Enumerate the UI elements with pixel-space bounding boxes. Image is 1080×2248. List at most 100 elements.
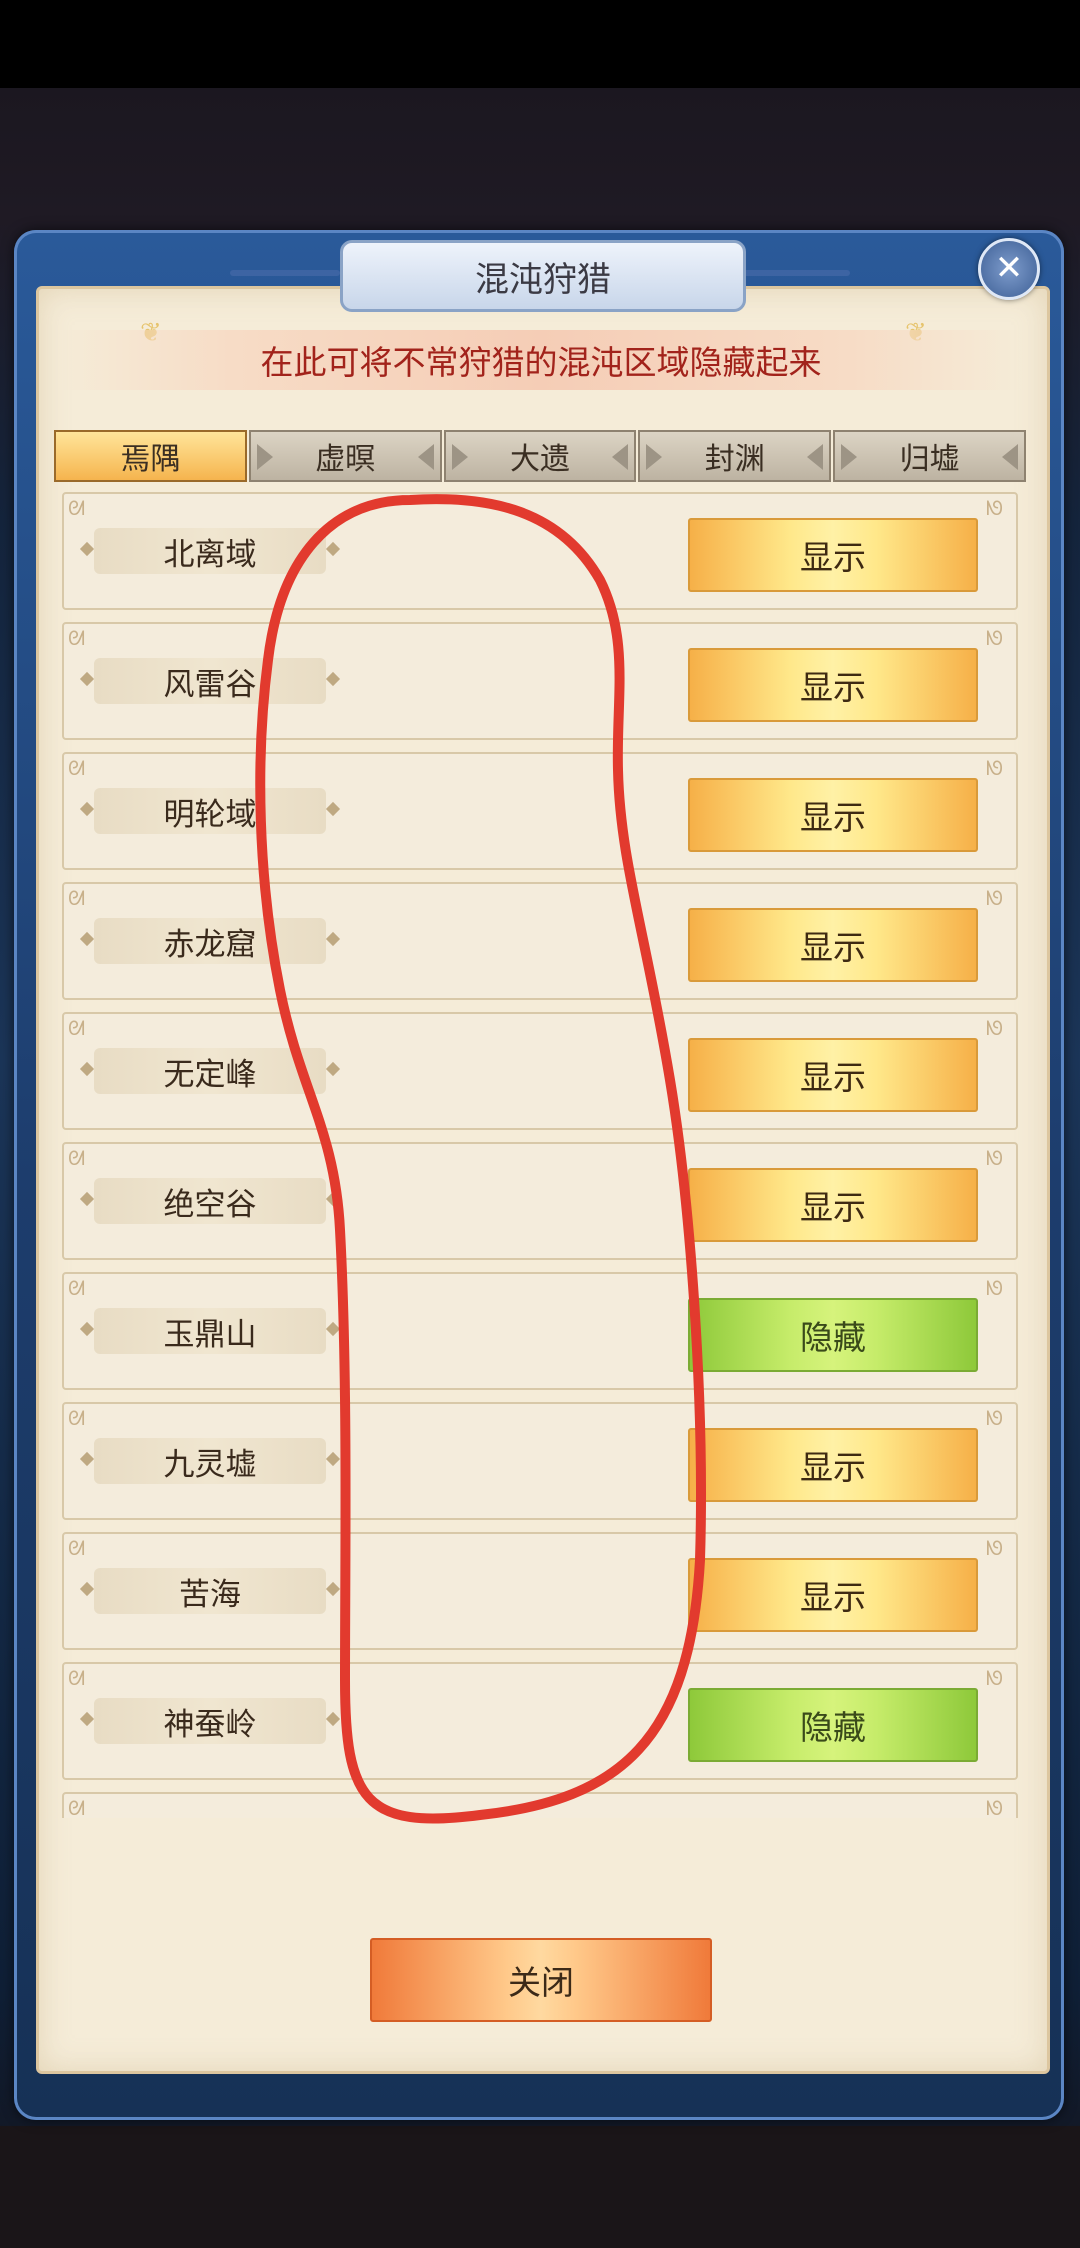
list-item: ᘛ ᘚ 绝空谷 显示 <box>62 1142 1018 1260</box>
diamond-icon <box>79 1321 95 1337</box>
corner-ornament-icon: ᘛ <box>68 496 86 520</box>
diamond-icon <box>79 1581 95 1597</box>
diamond-icon <box>79 1451 95 1467</box>
arrow-icon <box>646 444 663 470</box>
region-name: 无定峰 <box>79 1048 341 1094</box>
diamond-icon <box>79 1061 95 1077</box>
corner-ornament-icon: ᘛ <box>68 626 86 650</box>
corner-ornament-icon: ᘚ <box>986 1276 1004 1300</box>
corner-ornament-icon: ᘛ <box>68 1016 86 1040</box>
region-name-text: 北离域 <box>163 536 257 573</box>
corner-ornament-icon: ᘚ <box>986 496 1004 520</box>
arrow-icon <box>451 444 468 470</box>
region-name-text: 神蚕岭 <box>163 1706 257 1743</box>
region-name-text: 明轮域 <box>163 796 257 833</box>
diamond-icon <box>79 931 95 947</box>
toggle-button[interactable]: 显示 <box>688 1428 978 1502</box>
region-name-text: 苦海 <box>179 1576 241 1613</box>
corner-ornament-icon: ᘚ <box>986 1016 1004 1040</box>
corner-ornament-icon: ᘚ <box>986 1146 1004 1170</box>
region-name: 苦海 <box>79 1568 341 1614</box>
list-item: ᘛ ᘚ 玉鼎山 隐藏 <box>62 1272 1018 1390</box>
close-button[interactable]: 关闭 <box>370 1938 712 2022</box>
list-item: ᘛ ᘚ <box>62 1792 1018 1818</box>
region-name: 风雷谷 <box>79 658 341 704</box>
region-name-text: 无定峰 <box>163 1056 257 1093</box>
list-item: ᘛ ᘚ 无定峰 显示 <box>62 1012 1018 1130</box>
diamond-icon <box>79 541 95 557</box>
arrow-icon <box>807 444 824 470</box>
region-name: 神蚕岭 <box>79 1698 341 1744</box>
arrow-icon <box>1001 444 1018 470</box>
diamond-icon <box>325 671 341 687</box>
toggle-button[interactable]: 显示 <box>688 778 978 852</box>
corner-ornament-icon: ᘚ <box>986 1536 1004 1560</box>
toggle-button[interactable]: 隐藏 <box>688 1688 978 1762</box>
tab-label: 封渊 <box>704 442 765 477</box>
region-name-text: 赤龙窟 <box>163 926 257 963</box>
diamond-icon <box>325 1581 341 1597</box>
tab-guixu[interactable]: 归墟 <box>833 430 1026 482</box>
corner-ornament-icon: ᘛ <box>68 1276 86 1300</box>
status-bar <box>0 0 1080 88</box>
tab-yanyu[interactable]: 焉隅 <box>54 430 247 482</box>
dialog-title: 混沌狩猎 <box>340 240 746 312</box>
corner-ornament-icon: ᘚ <box>986 1406 1004 1430</box>
region-list[interactable]: ᘛ ᘚ 北离域 显示 ᘛ ᘚ 风雷谷 显示 ᘛ ᘚ 明轮域 显示 ᘛ ᘚ 赤龙窟… <box>62 492 1018 1818</box>
region-name: 明轮域 <box>79 788 341 834</box>
toggle-button[interactable]: 显示 <box>688 648 978 722</box>
region-name-text: 绝空谷 <box>163 1186 257 1223</box>
region-tabs: 焉隅 虚暝 大遗 封渊 归墟 <box>54 430 1026 482</box>
hint-banner: 在此可将不常狩猎的混沌区域隐藏起来 <box>58 330 1024 390</box>
diamond-icon <box>325 1191 341 1207</box>
corner-ornament-icon: ᘛ <box>68 756 86 780</box>
corner-ornament-icon: ᘛ <box>68 886 86 910</box>
tab-label: 归墟 <box>899 442 960 477</box>
list-item: ᘛ ᘚ 明轮域 显示 <box>62 752 1018 870</box>
toggle-button[interactable]: 隐藏 <box>688 1298 978 1372</box>
corner-ornament-icon: ᘛ <box>68 1146 86 1170</box>
toggle-button[interactable]: 显示 <box>688 908 978 982</box>
list-item: ᘛ ᘚ 九灵墟 显示 <box>62 1402 1018 1520</box>
toggle-button[interactable]: 显示 <box>688 1038 978 1112</box>
region-name: 绝空谷 <box>79 1178 341 1224</box>
diamond-icon <box>79 1711 95 1727</box>
list-item: ᘛ ᘚ 神蚕岭 隐藏 <box>62 1662 1018 1780</box>
list-item: ᘛ ᘚ 北离域 显示 <box>62 492 1018 610</box>
arrow-icon <box>417 444 434 470</box>
tab-label: 虚暝 <box>315 442 376 477</box>
corner-ornament-icon: ᘚ <box>986 886 1004 910</box>
corner-ornament-icon: ᘛ <box>68 1666 86 1690</box>
toggle-button[interactable]: 显示 <box>688 1168 978 1242</box>
tab-label: 焉隅 <box>120 442 181 477</box>
corner-ornament-icon: ᘚ <box>986 1796 1004 1818</box>
diamond-icon <box>325 1321 341 1337</box>
tab-xuming[interactable]: 虚暝 <box>248 430 442 482</box>
corner-ornament-icon: ᘚ <box>986 626 1004 650</box>
bottom-band <box>0 2126 1080 2248</box>
region-name: 赤龙窟 <box>79 918 341 964</box>
diamond-icon <box>325 1711 341 1727</box>
toggle-button[interactable]: 显示 <box>688 518 978 592</box>
list-item: ᘛ ᘚ 赤龙窟 显示 <box>62 882 1018 1000</box>
corner-ornament-icon: ᘚ <box>986 1666 1004 1690</box>
diamond-icon <box>79 671 95 687</box>
region-name: 九灵墟 <box>79 1438 341 1484</box>
diamond-icon <box>79 1191 95 1207</box>
corner-ornament-icon: ᘛ <box>68 1796 86 1818</box>
corner-ornament-icon: ᘛ <box>68 1536 86 1560</box>
diamond-icon <box>325 1451 341 1467</box>
arrow-icon <box>256 444 273 470</box>
region-name: 玉鼎山 <box>79 1308 341 1354</box>
tab-dayi[interactable]: 大遗 <box>443 430 637 482</box>
corner-ornament-icon: ᘛ <box>68 1406 86 1430</box>
list-item: ᘛ ᘚ 苦海 显示 <box>62 1532 1018 1650</box>
diamond-icon <box>79 801 95 817</box>
tab-fengyuan[interactable]: 封渊 <box>638 430 832 482</box>
region-name: 北离域 <box>79 528 341 574</box>
toggle-button[interactable]: 显示 <box>688 1558 978 1632</box>
diamond-icon <box>325 541 341 557</box>
title-line-right <box>740 270 850 276</box>
close-x-icon[interactable]: ✕ <box>978 238 1040 300</box>
diamond-icon <box>325 1061 341 1077</box>
